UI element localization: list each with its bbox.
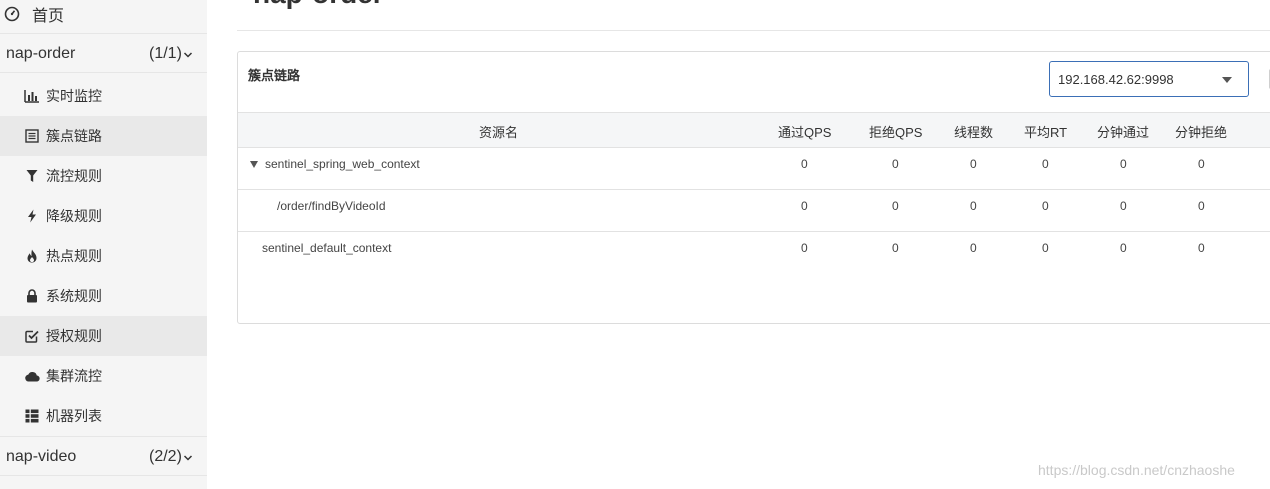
resource-name: /order/findByVideoId [277, 199, 386, 213]
threads-value: 0 [970, 199, 977, 213]
resource-name: sentinel_default_context [262, 241, 392, 255]
col-header-minute-block: 分钟拒绝 [1175, 125, 1228, 140]
table-header: 资源名 通过QPS 拒绝QPS 线程数 平均RT 分钟通过 分钟拒绝 [238, 113, 1270, 148]
page-title-bar: nap-order [237, 0, 1270, 31]
menu-label: 机器列表 [46, 408, 102, 424]
sidebar-item-flow-rules[interactable]: 流控规则 [0, 156, 207, 196]
divider [0, 436, 207, 437]
col-header-resource: 资源名 [479, 125, 519, 140]
app-machine-count: (2/2) [149, 447, 182, 465]
check-square-icon [24, 328, 40, 344]
table-row[interactable]: sentinel_default_context 0 0 0 0 0 0 [238, 232, 1270, 274]
bolt-icon [24, 208, 40, 224]
tree-expand-icon[interactable] [250, 161, 258, 168]
avg-rt-value: 0 [1042, 157, 1049, 171]
caret-down-icon [1222, 77, 1232, 83]
sidebar-item-realtime-monitor[interactable]: 实时监控 [0, 76, 207, 116]
cloud-icon [24, 368, 40, 384]
panel-header: 簇点链路 192.168.42.62:9998 [238, 52, 1270, 113]
threads-value: 0 [970, 157, 977, 171]
app-name: nap-order [6, 44, 76, 62]
resource-name: sentinel_spring_web_context [265, 157, 420, 171]
sidebar-item-system-rules[interactable]: 系统规则 [0, 276, 207, 316]
fire-icon [24, 248, 40, 264]
app-name: nap-video [6, 447, 77, 465]
pass-qps-value: 0 [801, 241, 808, 255]
pass-qps-value: 0 [801, 199, 808, 213]
sidebar-item-cluster-link[interactable]: 簇点链路 [0, 116, 207, 156]
col-header-avg-rt: 平均RT [1024, 125, 1068, 140]
menu-label: 实时监控 [46, 88, 102, 104]
machine-select[interactable]: 192.168.42.62:9998 [1049, 61, 1249, 97]
machine-select-value: 192.168.42.62:9998 [1058, 71, 1174, 87]
sidebar-item-degrade-rules[interactable]: 降级规则 [0, 196, 207, 236]
sidebar: 首页 nap-order (1/1) 实时监控 簇点链路 流控规则 降级规则 热… [0, 0, 207, 489]
page-title: nap-order [253, 0, 384, 10]
minute-pass-value: 0 [1120, 241, 1127, 255]
app-machine-count: (1/1) [149, 44, 182, 62]
menu-label: 集群流控 [46, 368, 102, 384]
watermark: https://blog.csdn.net/cnzhaoshe [1038, 462, 1235, 478]
panel-title: 簇点链路 [248, 68, 301, 83]
sidebar-item-machine-list[interactable]: 机器列表 [0, 396, 207, 436]
lock-icon [24, 288, 40, 304]
col-header-minute-pass: 分钟通过 [1097, 125, 1150, 140]
minute-block-value: 0 [1198, 199, 1205, 213]
col-header-threads: 线程数 [954, 125, 994, 140]
menu-label: 系统规则 [46, 288, 102, 304]
list-icon [24, 128, 40, 144]
cluster-link-panel: 簇点链路 192.168.42.62:9998 资源名 通过QPS 拒绝QPS … [237, 51, 1270, 324]
menu-label: 热点规则 [46, 248, 102, 264]
divider [0, 33, 207, 34]
menu-label: 降级规则 [46, 208, 102, 224]
block-qps-value: 0 [892, 241, 899, 255]
sidebar-item-hotspot-rules[interactable]: 热点规则 [0, 236, 207, 276]
minute-pass-value: 0 [1120, 157, 1127, 171]
threads-value: 0 [970, 241, 977, 255]
menu-label: 流控规则 [46, 168, 102, 184]
block-qps-value: 0 [892, 157, 899, 171]
avg-rt-value: 0 [1042, 241, 1049, 255]
bar-chart-icon [24, 88, 40, 104]
minute-block-value: 0 [1198, 241, 1205, 255]
minute-pass-value: 0 [1120, 199, 1127, 213]
col-header-block-qps: 拒绝QPS [869, 125, 923, 140]
col-header-pass-qps: 通过QPS [778, 125, 832, 140]
chevron-down-icon [183, 47, 193, 58]
minute-block-value: 0 [1198, 157, 1205, 171]
pass-qps-value: 0 [801, 157, 808, 171]
app-header-nap-order[interactable]: nap-order (1/1) [0, 35, 207, 73]
table-row[interactable]: /order/findByVideoId 0 0 0 0 0 0 [238, 190, 1270, 232]
grid-list-icon [24, 408, 40, 424]
filter-icon [24, 168, 40, 184]
chevron-down-icon [183, 450, 193, 461]
sidebar-item-authority-rules[interactable]: 授权规则 [0, 316, 207, 356]
app-header-nap-video[interactable]: nap-video (2/2) [0, 438, 207, 476]
menu-label: 授权规则 [46, 328, 102, 344]
menu-label: 簇点链路 [46, 128, 102, 144]
block-qps-value: 0 [892, 199, 899, 213]
sidebar-home[interactable]: 首页 [0, 0, 207, 27]
avg-rt-value: 0 [1042, 199, 1049, 213]
table-row[interactable]: sentinel_spring_web_context 0 0 0 0 0 0 [238, 148, 1270, 190]
dashboard-icon [4, 6, 20, 22]
sidebar-item-cluster-flow[interactable]: 集群流控 [0, 356, 207, 396]
home-label: 首页 [32, 7, 65, 25]
